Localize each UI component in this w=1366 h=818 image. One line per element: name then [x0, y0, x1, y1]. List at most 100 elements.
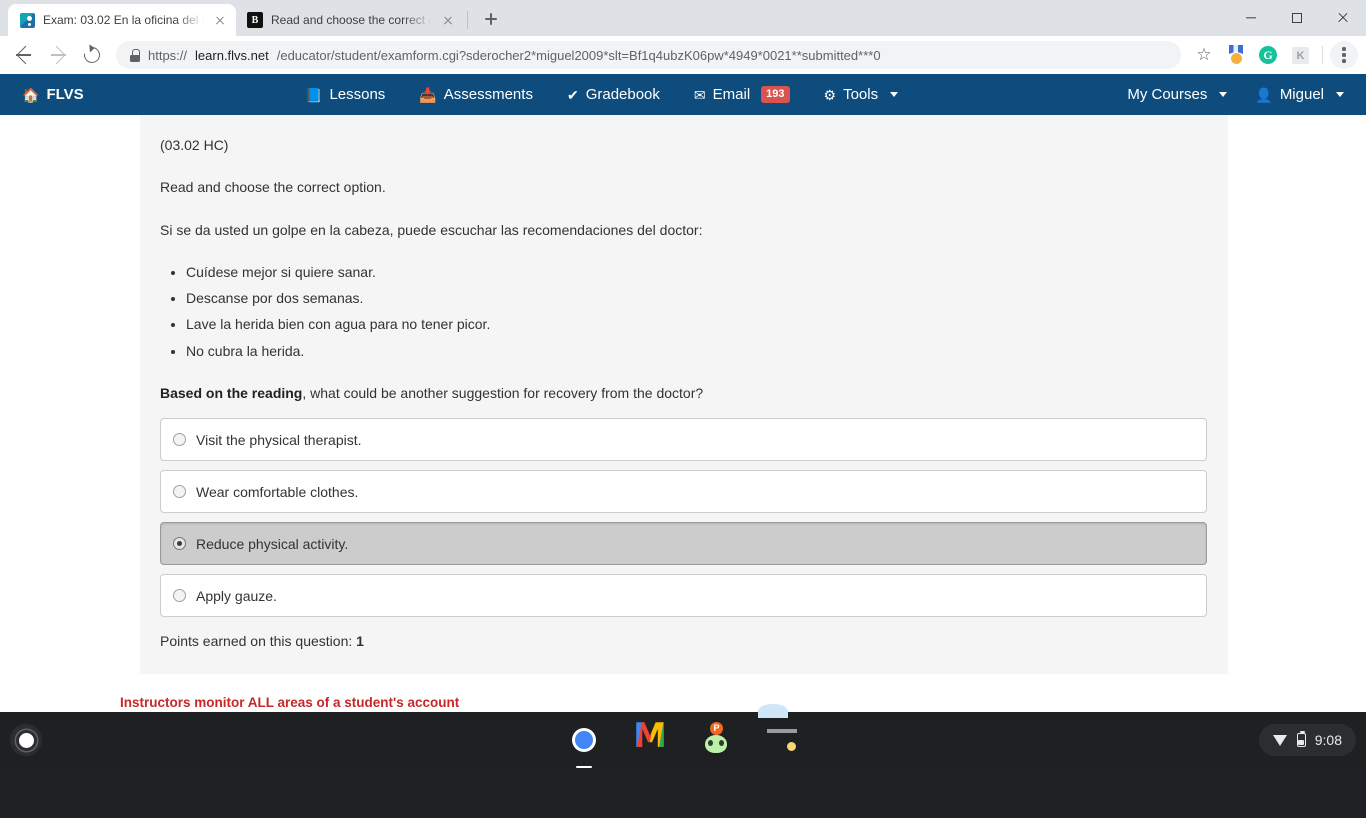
points-value: 1 — [356, 633, 364, 649]
radio-button[interactable] — [173, 589, 186, 602]
answer-label: Visit the physical therapist. — [196, 430, 362, 450]
launcher-button[interactable] — [10, 724, 42, 756]
nav-item-gradebook[interactable]: ✔ Gradebook — [567, 86, 660, 103]
photos-app-icon[interactable] — [762, 720, 802, 760]
reload-button[interactable] — [76, 39, 108, 71]
footer-notice-row: Instructors monitor ALL areas of a stude… — [140, 671, 1250, 710]
brand-label: FLVS — [46, 86, 83, 103]
nav-label: Lessons — [329, 86, 385, 103]
forward-button[interactable] — [42, 39, 74, 71]
nav-item-tools[interactable]: ⚙ Tools — [824, 86, 899, 103]
chevron-down-icon — [890, 92, 898, 97]
user-icon: 👤 — [1255, 88, 1272, 102]
home-icon: 🏠 — [22, 88, 39, 102]
chromeos-shelf: M P 9:08 — [0, 712, 1366, 768]
extension-medal-icon[interactable] — [1222, 41, 1250, 69]
clock-time: 9:08 — [1315, 732, 1342, 748]
chevron-down-icon — [1219, 92, 1227, 97]
grammarly-icon[interactable]: G — [1254, 41, 1282, 69]
prodigy-app-icon[interactable]: P — [696, 720, 736, 760]
flvs-nav-center: 📘 Lessons 📥 Assessments ✔ Gradebook ✉ Em… — [305, 74, 898, 115]
chevron-down-icon — [1336, 92, 1344, 97]
url-host: learn.flvs.net — [195, 48, 269, 63]
bookmark-star-icon[interactable]: ☆ — [1190, 41, 1218, 69]
battery-icon — [1297, 733, 1306, 747]
check-icon: ✔ — [567, 88, 579, 102]
nav-label: Gradebook — [586, 86, 660, 103]
minimize-button[interactable] — [1228, 0, 1274, 36]
list-item: No cubra la herida. — [186, 341, 1208, 361]
question-panel: (03.02 HC) Read and choose the correct o… — [140, 115, 1228, 674]
tab-title: Exam: 03.02 En la oficina del do — [43, 13, 204, 27]
nav-item-lessons[interactable]: 📘 Lessons — [305, 86, 385, 103]
radio-button[interactable] — [173, 433, 186, 446]
browser-toolbar: https:// learn.flvs.net/educator/student/… — [0, 36, 1366, 74]
kami-icon[interactable]: K — [1286, 41, 1314, 69]
shelf-app-list: M P — [564, 712, 802, 768]
close-icon[interactable] — [440, 12, 456, 28]
chrome-menu-icon[interactable] — [1330, 41, 1358, 69]
gmail-app-icon[interactable]: M — [630, 720, 670, 760]
chrome-browser-window: Exam: 03.02 En la oficina del do B Read … — [0, 0, 1366, 712]
passage-intro: Si se da usted un golpe en la cabeza, pu… — [160, 220, 1208, 240]
question-code: (03.02 HC) — [160, 135, 1208, 155]
exam-content: (03.02 HC) Read and choose the correct o… — [140, 115, 1250, 712]
nav-item-assessments[interactable]: 📥 Assessments — [419, 86, 533, 103]
browser-tab-inactive[interactable]: B Read and choose the correct opt — [236, 4, 464, 36]
nav-item-my-courses[interactable]: My Courses — [1127, 86, 1227, 103]
tab-strip: Exam: 03.02 En la oficina del do B Read … — [0, 0, 1366, 36]
list-item: Lave la herida bien con agua para no ten… — [186, 314, 1208, 334]
answer-label: Reduce physical activity. — [196, 534, 348, 554]
wifi-icon — [1273, 735, 1288, 746]
radio-button[interactable] — [173, 537, 186, 550]
answer-option-2[interactable]: Wear comfortable clothes. — [160, 470, 1207, 513]
radio-button[interactable] — [173, 485, 186, 498]
flvs-navbar: 🏠 FLVS 📘 Lessons 📥 Assessments ✔ Gradebo… — [0, 74, 1366, 115]
answer-option-1[interactable]: Visit the physical therapist. — [160, 418, 1207, 461]
brainly-favicon: B — [247, 12, 263, 28]
answer-option-4[interactable]: Apply gauze. — [160, 574, 1207, 617]
prompt-bold: Based on the reading — [160, 385, 302, 401]
list-item: Descanse por dos semanas. — [186, 288, 1208, 308]
nav-item-email[interactable]: ✉ Email 193 — [694, 86, 790, 103]
flvs-nav-right: My Courses 👤 Miguel — [1127, 74, 1344, 115]
nav-label: Miguel — [1280, 86, 1324, 103]
recommendation-list: Cuídese mejor si quiere sanar. Descanse … — [186, 262, 1208, 361]
nav-label: Tools — [843, 86, 878, 103]
inbox-icon: 📥 — [419, 88, 436, 102]
answer-label: Wear comfortable clothes. — [196, 482, 358, 502]
envelope-icon: ✉ — [694, 88, 706, 102]
prompt-rest: , what could be another suggestion for r… — [302, 385, 703, 401]
question-instruction: Read and choose the correct option. — [160, 177, 1208, 197]
gear-icon: ⚙ — [824, 88, 837, 102]
instructor-monitor-notice: Instructors monitor ALL areas of a stude… — [120, 671, 1250, 710]
maximize-button[interactable] — [1274, 0, 1320, 36]
url-path: /educator/student/examform.cgi?sderocher… — [277, 48, 881, 63]
system-tray[interactable]: 9:08 — [1259, 724, 1356, 756]
points-earned: Points earned on this question: 1 — [160, 631, 1208, 651]
question-prompt: Based on the reading, what could be anot… — [160, 383, 1208, 403]
address-bar[interactable]: https:// learn.flvs.net/educator/student/… — [116, 41, 1181, 69]
close-window-button[interactable] — [1320, 0, 1366, 36]
close-icon[interactable] — [212, 12, 228, 28]
tab-title: Read and choose the correct opt — [271, 13, 432, 27]
chrome-app-icon[interactable] — [564, 720, 604, 760]
nav-label: Assessments — [444, 86, 533, 103]
url-scheme: https:// — [148, 48, 187, 63]
nav-label: Email — [713, 86, 751, 103]
answer-option-3-selected[interactable]: Reduce physical activity. — [160, 522, 1207, 565]
list-item: Cuídese mejor si quiere sanar. — [186, 262, 1208, 282]
browser-tab-active[interactable]: Exam: 03.02 En la oficina del do — [8, 4, 236, 36]
email-badge: 193 — [761, 86, 789, 102]
lock-icon — [130, 49, 140, 62]
window-controls — [1228, 0, 1366, 36]
page-viewport: 🏠 FLVS 📘 Lessons 📥 Assessments ✔ Gradebo… — [0, 74, 1366, 712]
back-button[interactable] — [8, 39, 40, 71]
nav-label: My Courses — [1127, 86, 1207, 103]
new-tab-button[interactable] — [477, 5, 505, 33]
flvs-brand[interactable]: 🏠 FLVS — [22, 86, 84, 103]
flvs-favicon — [19, 12, 35, 28]
answer-label: Apply gauze. — [196, 586, 277, 606]
points-label: Points earned on this question: — [160, 633, 352, 649]
nav-item-user-menu[interactable]: 👤 Miguel — [1255, 86, 1344, 103]
